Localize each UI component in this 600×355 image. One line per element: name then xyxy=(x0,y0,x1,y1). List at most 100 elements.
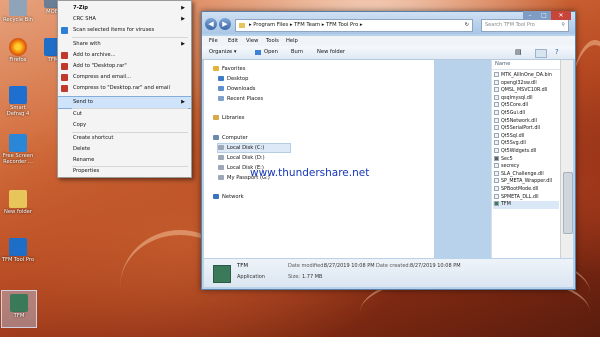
file-name: SPBootMode.dll xyxy=(501,187,539,192)
file-row[interactable]: MTK_AllInOne_DA.bin xyxy=(493,72,559,80)
breadcrumb-item[interactable]: TFM Tool Pro xyxy=(326,22,358,28)
menu-item-rename[interactable]: Rename xyxy=(58,155,191,166)
file-row[interactable]: SLA_Challenge.dll xyxy=(493,170,559,179)
maximize-button[interactable]: □ xyxy=(537,11,551,20)
open-button[interactable]: Open xyxy=(264,46,278,59)
file-row[interactable]: QMSL_MSVC10R.dll xyxy=(493,87,559,95)
menu-item-compress-desktop-rar-email[interactable]: Compress to "Desktop.rar" and email xyxy=(58,83,191,94)
minimize-button[interactable]: – xyxy=(523,11,537,20)
address-bar[interactable]: ▸ Program Files ▸ TFM Team ▸ TFM Tool Pr… xyxy=(235,19,473,32)
winrar-icon xyxy=(61,85,68,92)
file-row[interactable]: Qt5Svg.dll xyxy=(493,140,559,148)
nav-item-recent-places[interactable]: Recent Places xyxy=(218,95,263,103)
desktop-icon-tfm-tool-pro[interactable]: TFM Tool Pro xyxy=(1,238,35,263)
menu-item-label: Copy xyxy=(73,122,87,128)
file-row[interactable]: Qt5Gui.dll xyxy=(493,110,559,118)
nav-item-drive-c[interactable]: Local Disk (C:) xyxy=(217,143,291,153)
preview-pane-icon[interactable] xyxy=(535,49,547,58)
breadcrumb-item[interactable]: Program Files xyxy=(253,22,288,28)
view-options-icon[interactable]: ▤ xyxy=(515,46,522,59)
refresh-icon[interactable]: ↻ xyxy=(465,20,469,31)
nav-item-downloads[interactable]: Downloads xyxy=(218,85,256,93)
nav-favorites[interactable]: Favorites xyxy=(213,65,245,73)
vertical-scrollbar[interactable] xyxy=(560,60,573,258)
file-row[interactable]: SPMETA_DLL.dll xyxy=(493,193,559,202)
close-button[interactable]: ✕ xyxy=(551,11,571,20)
menu-view[interactable]: View xyxy=(246,36,258,46)
menu-item-properties[interactable]: Properties xyxy=(58,166,191,177)
file-row[interactable]: SPBootMode.dll xyxy=(493,186,559,194)
column-header-name[interactable]: Name xyxy=(492,60,560,70)
menu-edit[interactable]: Edit xyxy=(228,36,238,46)
menu-item-copy[interactable]: Copy xyxy=(58,120,191,131)
menu-item-scan-viruses[interactable]: Scan selected items for viruses xyxy=(58,25,191,36)
breadcrumb-item[interactable]: TFM Team xyxy=(294,22,320,28)
file-row[interactable]: Sec5 xyxy=(493,155,559,164)
desktop-icon-free-screen-recorder[interactable]: Free Screen Recorder ... xyxy=(1,134,35,165)
winrar-icon xyxy=(61,52,68,59)
file-row[interactable]: secrecy xyxy=(493,163,559,171)
file-row[interactable]: qsqlmysql.dll xyxy=(493,94,559,103)
shield-icon xyxy=(61,27,68,34)
menu-item-label: Delete xyxy=(73,146,91,152)
nav-item-drive-d[interactable]: Local Disk (D:) xyxy=(218,154,265,162)
desktop-icon-firefox[interactable]: Firefox xyxy=(1,38,35,63)
file-row[interactable]: Qt5SerialPort.dll xyxy=(493,125,559,133)
menu-item-label: Add to archive... xyxy=(73,52,116,58)
libraries-icon xyxy=(213,115,219,120)
help-icon[interactable]: ? xyxy=(555,46,559,59)
window-controls: – □ ✕ xyxy=(523,11,571,20)
folder-icon xyxy=(9,190,27,208)
menu-item-7zip[interactable]: 7-Zip ▶ xyxy=(58,3,191,14)
scrollbar-thumb[interactable] xyxy=(563,172,573,234)
file-icon xyxy=(494,110,499,115)
star-icon xyxy=(213,66,219,71)
nav-computer[interactable]: Computer xyxy=(213,134,248,142)
desktop-icon-label: Free Screen Recorder ... xyxy=(2,153,34,165)
file-row[interactable]: Qt5Sql.dll xyxy=(493,132,559,141)
file-icon xyxy=(494,186,499,191)
desktop-icon-label: Firefox xyxy=(9,57,27,63)
desktop-icon-recycle-bin[interactable]: Recycle Bin xyxy=(1,0,35,23)
menu-item-delete[interactable]: Delete xyxy=(58,144,191,155)
file-row[interactable]: Qt5Widgets.dll xyxy=(493,148,559,156)
new-folder-button[interactable]: New folder xyxy=(317,46,345,59)
file-row[interactable]: SP_META_Wrapper.dll xyxy=(493,178,559,186)
menu-item-cut[interactable]: Cut xyxy=(58,109,191,120)
menu-help[interactable]: Help xyxy=(286,36,298,46)
burn-button[interactable]: Burn xyxy=(291,46,303,59)
details-created-label: Date created: xyxy=(376,263,411,269)
menu-item-add-to-desktop-rar[interactable]: Add to "Desktop.rar" xyxy=(58,61,191,72)
desktop-icon-label: TFM xyxy=(13,313,25,319)
menu-item-add-to-archive[interactable]: Add to archive... xyxy=(58,50,191,61)
nav-network[interactable]: Network xyxy=(213,193,244,201)
search-input[interactable]: Search TFM Tool Pro ⚲ xyxy=(481,19,569,32)
nav-libraries[interactable]: Libraries xyxy=(213,114,244,122)
file-row[interactable]: Qt5Network.dll xyxy=(493,117,559,126)
forward-button[interactable]: ▶ xyxy=(219,18,231,30)
file-row[interactable]: opengl32sw.dll xyxy=(493,79,559,88)
file-name: QMSL_MSVC10R.dll xyxy=(501,88,548,94)
menu-file[interactable]: File xyxy=(209,36,218,46)
file-name: secrecy xyxy=(501,164,520,170)
back-button[interactable]: ◀ xyxy=(205,18,217,30)
submenu-arrow-icon: ▶ xyxy=(181,16,185,22)
menu-item-compress-email[interactable]: Compress and email... xyxy=(58,72,191,83)
menu-item-create-shortcut[interactable]: Create shortcut xyxy=(58,133,191,144)
file-row-selected[interactable]: TFM xyxy=(493,201,559,209)
file-row[interactable]: Qt5Core.dll xyxy=(493,102,559,110)
file-icon xyxy=(494,79,499,85)
menu-item-share-with[interactable]: Share with ▶ xyxy=(58,39,191,50)
desktop-icon-label: TFM Tool Pro xyxy=(1,257,35,263)
file-icon xyxy=(494,132,499,138)
tfm-app-icon xyxy=(213,265,231,283)
menu-item-crc-sha[interactable]: CRC SHA ▶ xyxy=(58,14,191,25)
explorer-window: ◀ ▶ ▸ Program Files ▸ TFM Team ▸ TFM Too… xyxy=(201,11,576,290)
organize-button[interactable]: Organize ▾ xyxy=(209,46,237,59)
nav-item-desktop[interactable]: Desktop xyxy=(218,75,248,83)
menu-tools[interactable]: Tools xyxy=(266,36,279,46)
file-name: MTK_AllInOne_DA.bin xyxy=(501,73,552,78)
desktop-icon-tfm[interactable]: TFM xyxy=(1,290,37,328)
desktop-icon-smart-defrag[interactable]: Smart Defrag 4 xyxy=(1,86,35,117)
desktop-icon-new-folder[interactable]: New folder xyxy=(1,190,35,215)
